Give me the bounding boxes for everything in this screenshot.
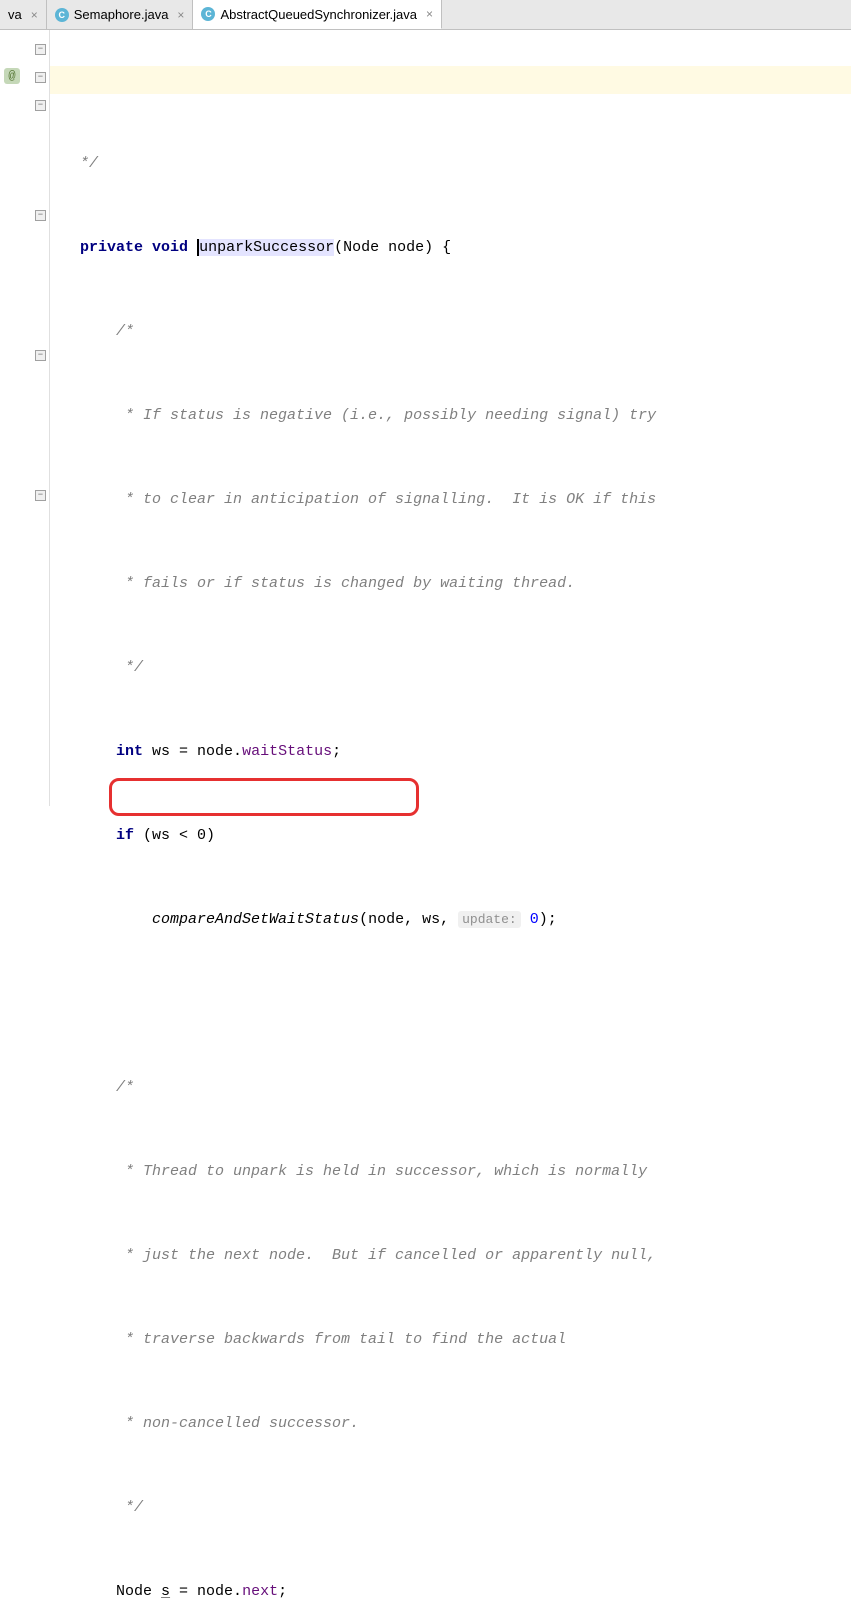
tab-partial[interactable]: va × — [0, 0, 47, 29]
fold-icon[interactable]: − — [35, 350, 46, 361]
tabs-bar: va × C Semaphore.java × C AbstractQueued… — [0, 0, 851, 30]
tab-label: AbstractQueuedSynchronizer.java — [220, 7, 417, 22]
class-icon: C — [55, 8, 69, 22]
fold-icon[interactable]: − — [35, 72, 46, 83]
close-icon[interactable]: × — [173, 8, 184, 22]
code-line: * fails or if status is changed by waiti… — [80, 570, 851, 598]
code-line: * If status is negative (i.e., possibly … — [80, 402, 851, 430]
tab-label: va — [8, 7, 22, 22]
code-line: private void unparkSuccessor(Node node) … — [80, 234, 851, 262]
close-icon[interactable]: × — [422, 7, 433, 21]
gutter: @ − − − − − − — [0, 30, 50, 806]
code-line: */ — [80, 1494, 851, 1522]
tab-label: Semaphore.java — [74, 7, 169, 22]
code-line: Node s = node.next; — [80, 1578, 851, 1606]
tab-aqs[interactable]: C AbstractQueuedSynchronizer.java × — [193, 0, 442, 29]
code-line — [80, 990, 851, 1018]
code-line: if (ws < 0) — [80, 822, 851, 850]
editor-container: @ − − − − − − */ private void unparkSucc… — [0, 30, 851, 806]
code-line: compareAndSetWaitStatus(node, ws, update… — [80, 906, 851, 934]
fold-icon[interactable]: − — [35, 44, 46, 55]
fold-icon[interactable]: − — [35, 490, 46, 501]
code-line: /* — [80, 318, 851, 346]
current-line-highlight — [50, 66, 851, 94]
fold-icon[interactable]: − — [35, 100, 46, 111]
inlay-hint: update: — [458, 911, 521, 928]
close-icon[interactable]: × — [27, 8, 38, 22]
code-line: */ — [80, 654, 851, 682]
code-line: * to clear in anticipation of signalling… — [80, 486, 851, 514]
highlight-annotation — [109, 778, 419, 816]
code-line: * just the next node. But if cancelled o… — [80, 1242, 851, 1270]
fold-icon[interactable]: − — [35, 210, 46, 221]
code-line: */ — [80, 150, 851, 178]
code-line: * non-cancelled successor. — [80, 1410, 851, 1438]
tab-semaphore[interactable]: C Semaphore.java × — [47, 0, 194, 29]
code-line: int ws = node.waitStatus; — [80, 738, 851, 766]
code-line: /* — [80, 1074, 851, 1102]
code-area[interactable]: */ private void unparkSuccessor(Node nod… — [50, 30, 851, 806]
class-icon: C — [201, 7, 215, 21]
code-line: * traverse backwards from tail to find t… — [80, 1326, 851, 1354]
code-line: * Thread to unpark is held in successor,… — [80, 1158, 851, 1186]
implements-gutter-icon[interactable]: @ — [4, 68, 20, 84]
